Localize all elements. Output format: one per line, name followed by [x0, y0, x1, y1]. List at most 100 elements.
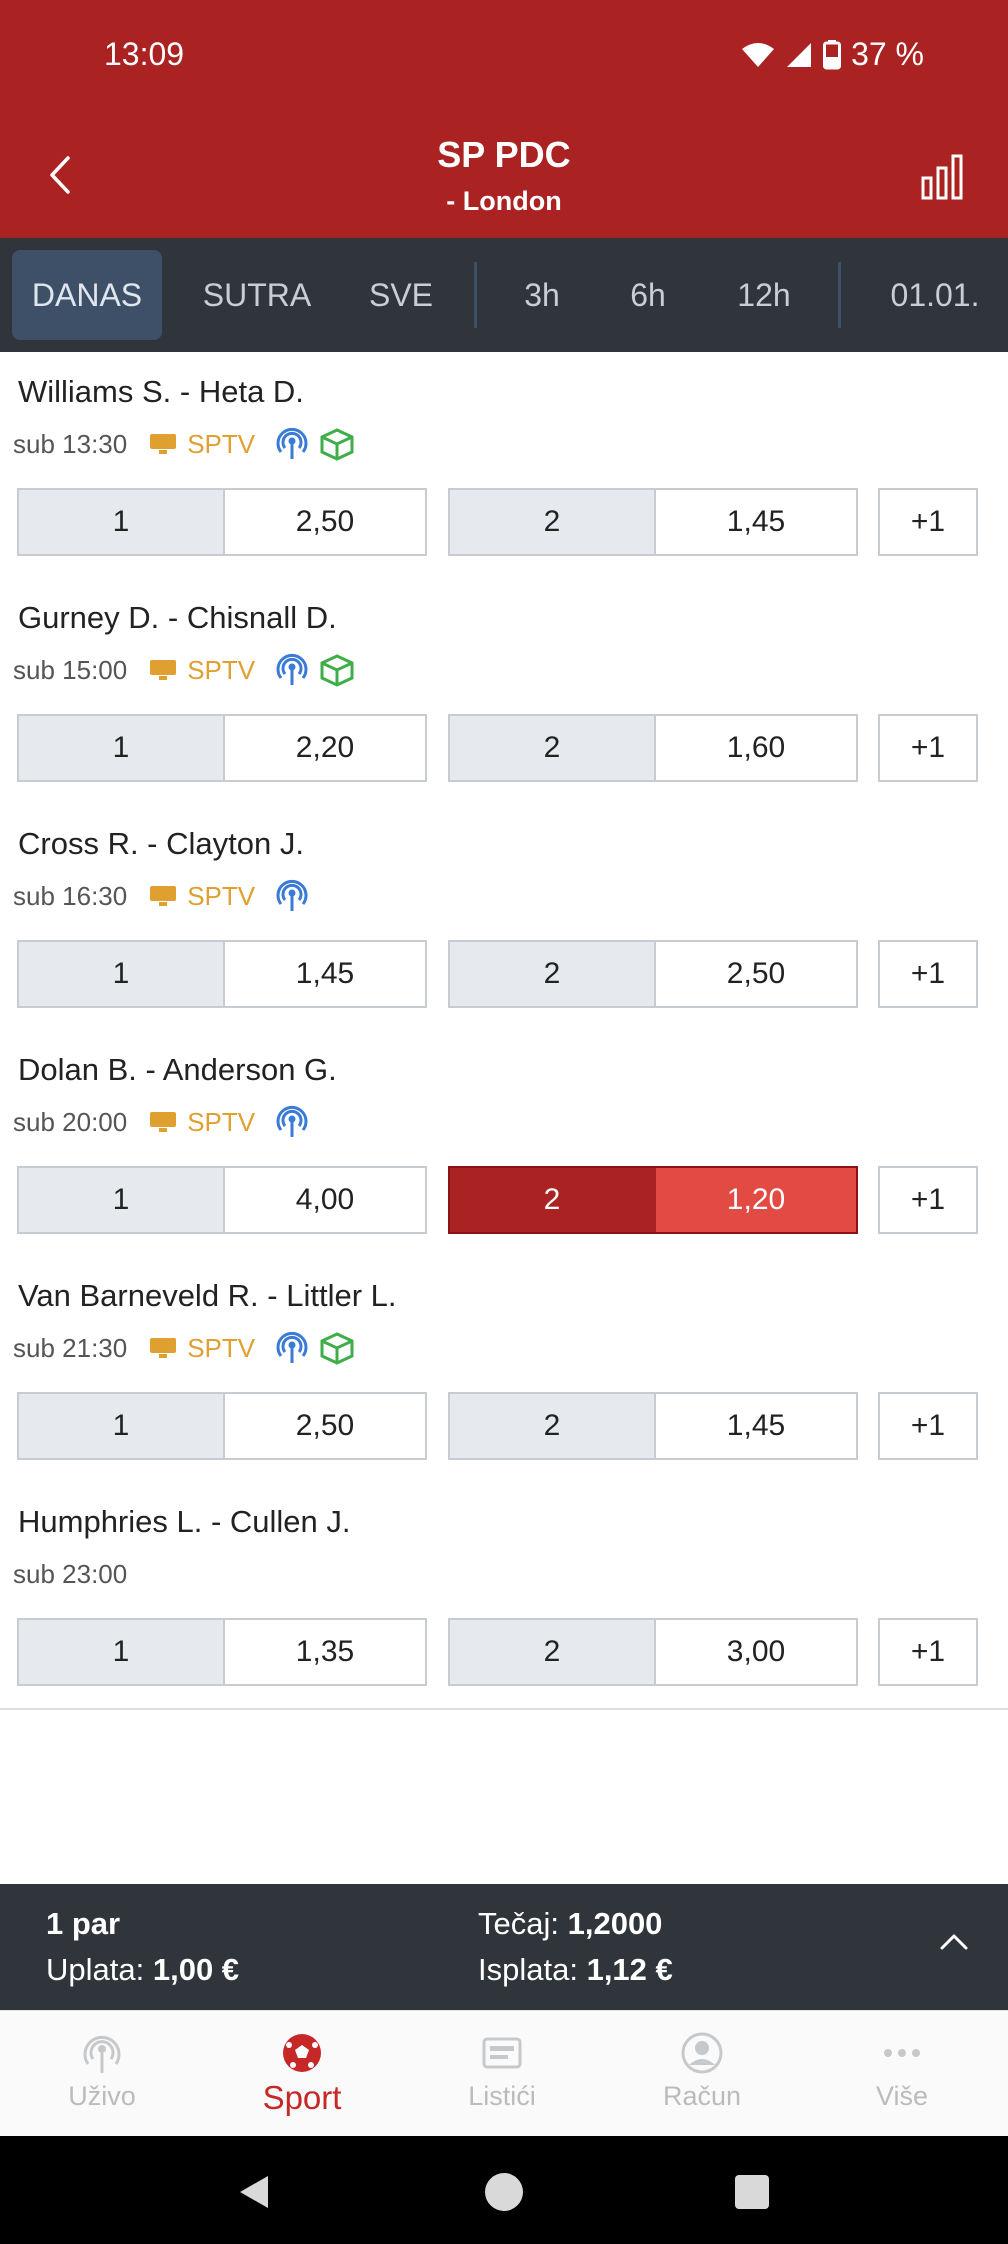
- more-markets-button[interactable]: +1: [878, 1392, 978, 1460]
- nav-item-account[interactable]: Račun: [602, 2011, 802, 2137]
- tv-icon: [150, 1112, 177, 1132]
- live-stream-icon: [276, 427, 308, 459]
- soccer-ball-icon: [283, 2034, 321, 2072]
- system-navigation-bar: [0, 2136, 1008, 2244]
- odd-home-button[interactable]: 1 2,50: [17, 488, 427, 556]
- event-name[interactable]: Dolan B. - Anderson G.: [18, 1052, 337, 1088]
- app-header: SP PDC - London: [0, 110, 1008, 238]
- system-back-icon[interactable]: [234, 2172, 274, 2212]
- battery-percent: 37 %: [851, 36, 924, 72]
- event-name[interactable]: Cross R. - Clayton J.: [18, 826, 304, 862]
- odd-label: 1: [19, 716, 225, 780]
- nav-item-live[interactable]: Uživo: [2, 2011, 202, 2137]
- more-markets-button[interactable]: +1: [878, 714, 978, 782]
- battery-icon: [823, 39, 842, 69]
- bottom-navigation: Uživo Sport Listići Račun Više: [0, 2010, 1008, 2137]
- nav-label: Listići: [468, 2081, 536, 2111]
- tab-3h[interactable]: 3h: [492, 250, 592, 340]
- tab-divider: [838, 262, 841, 328]
- odd-home-button[interactable]: 1 1,45: [17, 940, 427, 1008]
- tab-today[interactable]: DANAS: [12, 250, 162, 340]
- odd-label: 1: [19, 1394, 225, 1458]
- odd-label: 2: [450, 1394, 656, 1458]
- odd-home-button[interactable]: 1 2,20: [17, 714, 427, 782]
- odd-value: 1,45: [656, 490, 856, 554]
- event-time: sub 21:30: [13, 1332, 128, 1363]
- odd-label: 2: [450, 942, 656, 1006]
- odd-label: 2: [450, 716, 656, 780]
- system-recents-icon[interactable]: [734, 2174, 770, 2210]
- odd-away-button[interactable]: 2 1,45: [448, 1392, 858, 1460]
- event-time: sub 23:00: [13, 1558, 128, 1589]
- odd-away-button[interactable]: 2 2,50: [448, 940, 858, 1008]
- event-meta: sub 23:00: [13, 1556, 127, 1592]
- tab-6h[interactable]: 6h: [598, 250, 698, 340]
- odds-value: 1,2000: [567, 1906, 663, 1941]
- nav-item-sport[interactable]: Sport: [202, 2011, 402, 2137]
- tv-channel: SPTV: [187, 880, 256, 911]
- tv-channel: SPTV: [187, 1332, 256, 1363]
- system-home-icon[interactable]: [484, 2172, 524, 2212]
- tv-icon: [150, 660, 177, 680]
- event-row: Gurney D. - Chisnall D. sub 15:00 SPTV 1…: [0, 578, 1008, 806]
- tab-divider: [474, 262, 477, 328]
- live-stream-icon: [276, 879, 308, 911]
- event-row: Williams S. - Heta D. sub 13:30 SPTV 1 2,…: [0, 352, 1008, 580]
- odd-label: 1: [19, 942, 225, 1006]
- tab-all[interactable]: SVE: [346, 250, 456, 340]
- odd-home-button[interactable]: 1 1,35: [17, 1618, 427, 1686]
- tab-date[interactable]: 01.01.: [870, 250, 1000, 340]
- status-bar: 13:09 37 %: [0, 0, 1008, 110]
- account-icon: [681, 2032, 723, 2074]
- event-row: Cross R. - Clayton J. sub 16:30 SPTV 1 1,…: [0, 804, 1008, 1032]
- tv-icon: [150, 1338, 177, 1358]
- tab-tomorrow[interactable]: SUTRA: [182, 250, 332, 340]
- live-icon: [83, 2035, 121, 2073]
- betslip-bar[interactable]: 1 par Uplata: 1,00 € Tečaj: 1,2000 Ispla…: [0, 1884, 1008, 2010]
- event-time: sub 13:30: [13, 428, 128, 459]
- odd-away-button[interactable]: 2 1,60: [448, 714, 858, 782]
- odd-value: 1,20: [656, 1168, 856, 1232]
- event-name[interactable]: Williams S. - Heta D.: [18, 374, 304, 410]
- odd-label: 1: [19, 490, 225, 554]
- more-markets-button[interactable]: +1: [878, 940, 978, 1008]
- event-meta: sub 13:30 SPTV: [13, 426, 355, 462]
- event-name[interactable]: Gurney D. - Chisnall D.: [18, 600, 337, 636]
- page-title: SP PDC: [437, 134, 571, 175]
- live-stream-icon: [276, 653, 308, 685]
- odd-value: 2,50: [225, 1394, 425, 1458]
- more-markets-button[interactable]: +1: [878, 1618, 978, 1686]
- odd-away-button[interactable]: 2 1,45: [448, 488, 858, 556]
- odd-home-button[interactable]: 1 4,00: [17, 1166, 427, 1234]
- odd-away-button-selected[interactable]: 2 1,20: [448, 1166, 858, 1234]
- event-name[interactable]: Humphries L. - Cullen J.: [18, 1504, 351, 1540]
- odd-label: 2: [450, 1168, 656, 1232]
- event-meta: sub 16:30 SPTV: [13, 878, 309, 914]
- odd-away-button[interactable]: 2 3,00: [448, 1618, 858, 1686]
- odds-label: Tečaj:: [478, 1906, 559, 1941]
- signal-icon: [787, 42, 812, 67]
- tab-12h[interactable]: 12h: [712, 250, 816, 340]
- betslip-odds: Tečaj: 1,2000: [478, 1906, 662, 1942]
- event-time: sub 16:30: [13, 880, 128, 911]
- event-time: sub 20:00: [13, 1106, 128, 1137]
- more-markets-button[interactable]: +1: [878, 488, 978, 556]
- tv-channel: SPTV: [187, 1106, 256, 1137]
- tv-channel: SPTV: [187, 428, 256, 459]
- chevron-up-icon[interactable]: [938, 1926, 970, 1958]
- event-row: Humphries L. - Cullen J. sub 23:00 1 1,35…: [0, 1482, 1008, 1710]
- more-markets-button[interactable]: +1: [878, 1166, 978, 1234]
- event-name[interactable]: Van Barneveld R. - Littler L.: [18, 1278, 397, 1314]
- stake-value: 1,00 €: [152, 1952, 240, 1987]
- event-meta: sub 21:30 SPTV: [13, 1330, 355, 1366]
- status-icons: 37 %: [741, 36, 924, 73]
- odd-home-button[interactable]: 1 2,50: [17, 1392, 427, 1460]
- betslip-payout: Isplata: 1,12 €: [478, 1952, 673, 1988]
- event-meta: sub 15:00 SPTV: [13, 652, 355, 688]
- statistics-icon[interactable]: [920, 152, 964, 202]
- live-stream-icon: [276, 1331, 308, 1363]
- nav-label: Sport: [262, 2079, 342, 2116]
- nav-item-tickets[interactable]: Listići: [402, 2011, 602, 2137]
- odd-label: 2: [450, 1620, 656, 1684]
- nav-item-more[interactable]: Više: [802, 2011, 1002, 2137]
